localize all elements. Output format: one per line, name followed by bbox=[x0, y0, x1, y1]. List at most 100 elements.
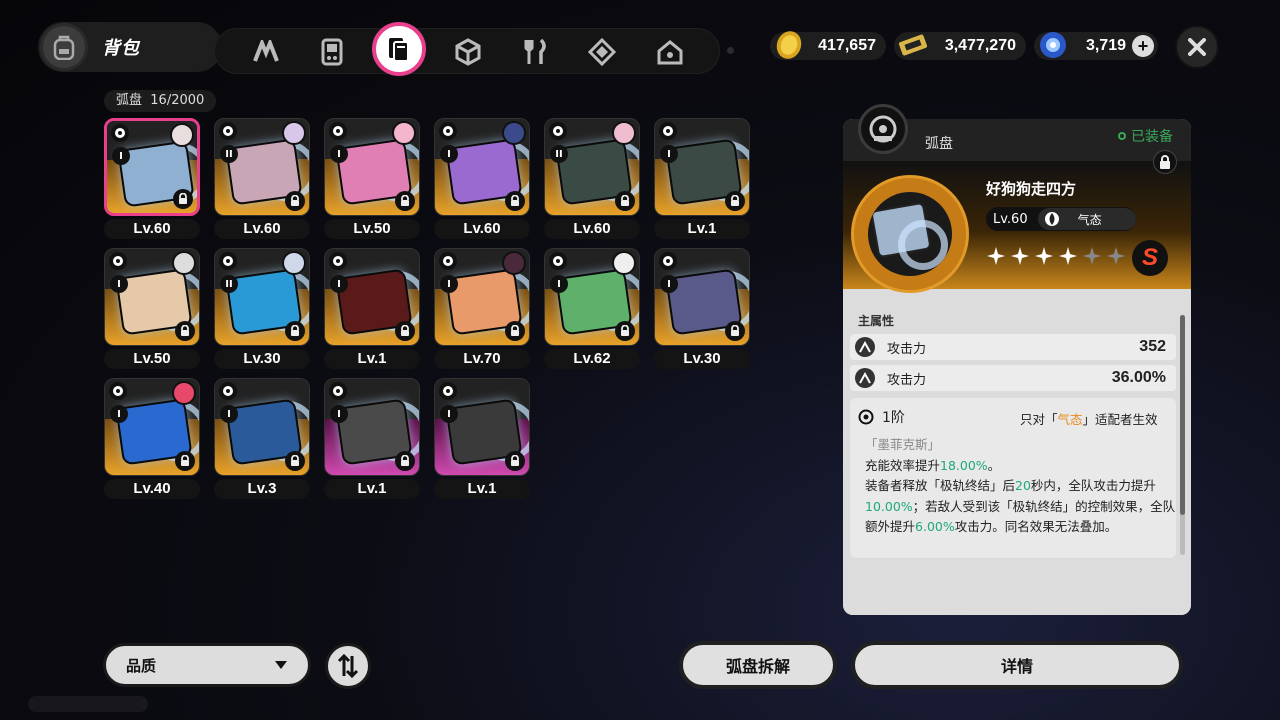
desc-text: 攻击力。同名效果无法叠加。 bbox=[954, 519, 1118, 534]
equipped-agent-avatar bbox=[502, 121, 526, 145]
sort-label: 品质 bbox=[126, 656, 157, 675]
rank-badge: I bbox=[550, 275, 568, 293]
sort-order-button[interactable] bbox=[325, 643, 371, 689]
lock-icon[interactable] bbox=[505, 191, 525, 211]
disc-level-label: Lv.60 bbox=[214, 219, 310, 239]
lock-icon[interactable] bbox=[725, 191, 745, 211]
lock-icon[interactable] bbox=[285, 191, 305, 211]
star-rating bbox=[986, 246, 1126, 270]
drive-disc-card[interactable]: I bbox=[654, 118, 750, 216]
set-name: 「墨菲克斯」 bbox=[865, 437, 941, 452]
attack-icon bbox=[855, 337, 875, 357]
main-stat-title: 主属性 bbox=[858, 314, 895, 328]
drive-disc-card[interactable]: I bbox=[324, 248, 420, 346]
dismantle-button[interactable]: 弧盘拆解 bbox=[679, 641, 837, 689]
drive-disc-card[interactable]: II bbox=[544, 118, 640, 216]
grade-label: S bbox=[1141, 244, 1158, 271]
tab-food[interactable] bbox=[517, 33, 555, 71]
drive-disc-card[interactable]: I bbox=[104, 118, 200, 216]
coin-amount: 417,657 bbox=[818, 37, 876, 54]
attribute-icon bbox=[439, 122, 457, 140]
desc-highlight: 6.00% bbox=[915, 519, 955, 534]
stat-value: 352 bbox=[1139, 338, 1166, 355]
lock-icon[interactable] bbox=[395, 191, 415, 211]
detail-scroll-thumb[interactable] bbox=[1180, 315, 1185, 515]
details-button[interactable]: 详情 bbox=[851, 641, 1183, 689]
drive-disc-card[interactable]: I bbox=[544, 248, 640, 346]
lock-icon[interactable] bbox=[615, 191, 635, 211]
drive-disc-card[interactable]: I bbox=[434, 378, 530, 476]
set-rank: 1阶 bbox=[858, 407, 905, 427]
tab-signal[interactable] bbox=[247, 33, 285, 71]
backpack-icon bbox=[40, 23, 88, 71]
attribute-badge: 气态 bbox=[1037, 208, 1136, 230]
tab-home[interactable] bbox=[651, 33, 689, 71]
chevron-down-icon bbox=[275, 661, 287, 669]
drive-disc-card[interactable]: I bbox=[324, 378, 420, 476]
lock-icon[interactable] bbox=[175, 451, 195, 471]
disc-name: 好狗狗走四方 bbox=[986, 180, 1077, 198]
lock-icon[interactable] bbox=[505, 321, 525, 341]
lock-icon[interactable] bbox=[505, 451, 525, 471]
drive-disc-card[interactable]: II bbox=[214, 118, 310, 216]
attribute-icon bbox=[439, 252, 457, 270]
lock-icon[interactable] bbox=[395, 321, 415, 341]
attribute-icon bbox=[329, 122, 347, 140]
disc-level-badge: Lv.60 气态 bbox=[986, 207, 1136, 231]
desc-text: 秒内，全队攻击力提升 bbox=[1030, 478, 1156, 493]
lock-icon[interactable] bbox=[173, 189, 193, 209]
equipped-agent-avatar bbox=[170, 123, 194, 147]
attribute-icon bbox=[659, 122, 677, 140]
drive-disc-card[interactable]: I bbox=[104, 248, 200, 346]
attribute-icon bbox=[329, 382, 347, 400]
lock-icon[interactable] bbox=[615, 321, 635, 341]
attribute-icon bbox=[329, 252, 347, 270]
lock-icon[interactable] bbox=[285, 451, 305, 471]
ticket-amount: 3,477,270 bbox=[944, 37, 1016, 54]
drive-disc-card[interactable]: I bbox=[434, 118, 530, 216]
tab-material[interactable] bbox=[583, 33, 621, 71]
currency-ticket[interactable]: 3,477,270 bbox=[894, 32, 1026, 60]
add-polychrome-button[interactable]: + bbox=[1132, 35, 1154, 57]
equipped-agent-avatar bbox=[172, 251, 196, 275]
detail-lock-button[interactable] bbox=[1153, 150, 1177, 174]
lock-icon[interactable] bbox=[725, 321, 745, 341]
rank-badge: I bbox=[330, 275, 348, 293]
target-icon bbox=[858, 409, 874, 425]
equipped-agent-avatar bbox=[172, 381, 196, 405]
drive-disc-card[interactable]: II bbox=[214, 248, 310, 346]
tab-drive-disc[interactable] bbox=[372, 22, 426, 76]
attribute-icon bbox=[109, 252, 127, 270]
drive-disc-card[interactable]: I bbox=[654, 248, 750, 346]
condition-suffix: 」适配者生效 bbox=[1082, 412, 1158, 427]
sort-dropdown[interactable]: 品质 bbox=[103, 643, 311, 687]
lock-icon[interactable] bbox=[285, 321, 305, 341]
attribute-icon bbox=[109, 382, 127, 400]
close-button[interactable] bbox=[1175, 25, 1219, 69]
tab-gamepad[interactable] bbox=[313, 33, 351, 71]
drive-disc-card[interactable]: I bbox=[434, 248, 530, 346]
lock-icon[interactable] bbox=[175, 321, 195, 341]
attribute-icon bbox=[549, 252, 567, 270]
footer-label bbox=[28, 696, 148, 712]
lock-icon[interactable] bbox=[395, 451, 415, 471]
detail-disc-art bbox=[851, 175, 969, 293]
rank-badge: I bbox=[440, 145, 458, 163]
attribute-icon bbox=[111, 124, 129, 142]
drive-disc-card[interactable]: I bbox=[324, 118, 420, 216]
currency-polychrome[interactable]: 3,719 + bbox=[1034, 32, 1158, 60]
condition-attribute: 气态 bbox=[1057, 412, 1083, 427]
currency-coin[interactable]: 417,657 bbox=[770, 31, 886, 60]
disc-level: Lv.60 bbox=[993, 211, 1028, 227]
inventory-count-label: 弧盘 bbox=[116, 93, 143, 108]
disc-level-label: Lv.50 bbox=[324, 219, 420, 239]
disc-level-label: Lv.1 bbox=[434, 479, 530, 499]
tab-box[interactable] bbox=[449, 33, 487, 71]
sort-order-icon bbox=[337, 654, 359, 678]
stat-name: 攻击力 bbox=[887, 341, 927, 357]
drive-disc-card[interactable]: I bbox=[104, 378, 200, 476]
star-filled-icon bbox=[1010, 246, 1030, 270]
drive-disc-card[interactable]: I bbox=[214, 378, 310, 476]
disc-level-label: Lv.70 bbox=[434, 349, 530, 369]
star-empty-icon bbox=[1082, 246, 1102, 270]
